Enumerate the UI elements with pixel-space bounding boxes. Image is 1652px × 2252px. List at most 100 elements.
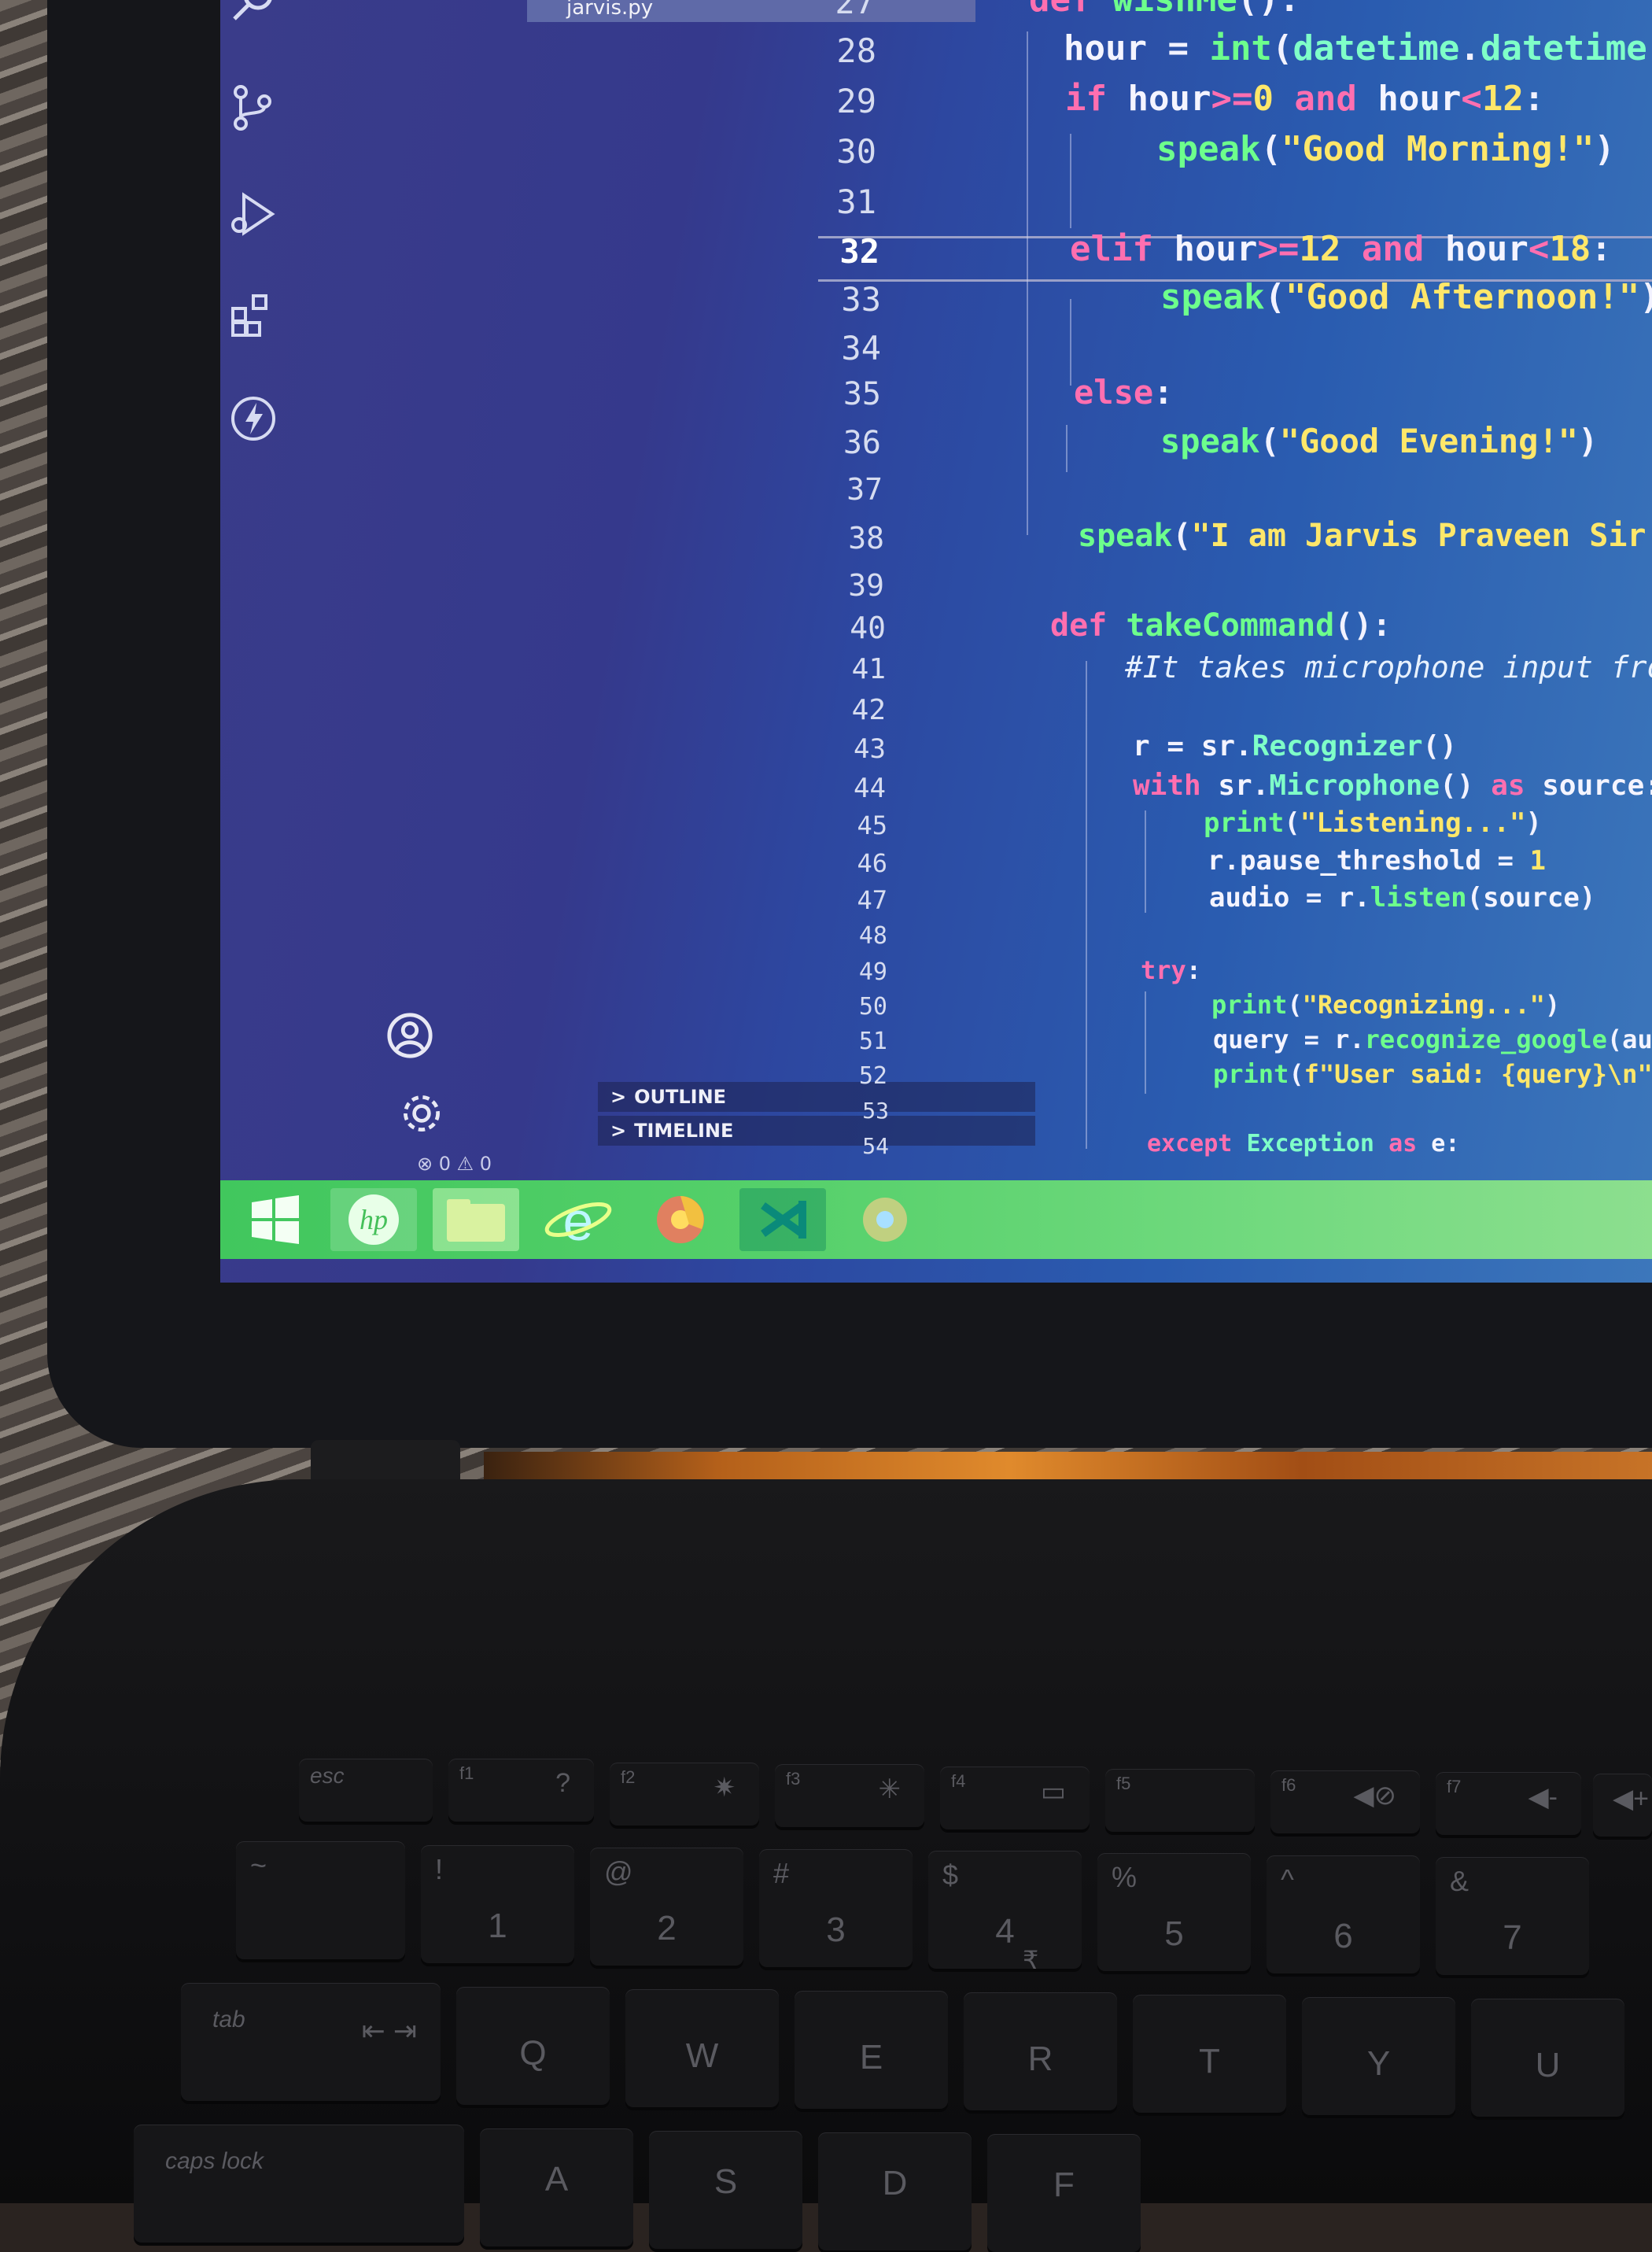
key-r[interactable]: R bbox=[964, 1992, 1117, 2110]
code-token: ( bbox=[1260, 129, 1281, 169]
windows-logo-icon[interactable] bbox=[236, 1188, 323, 1251]
code-line[interactable]: print("Recognizing...") bbox=[1211, 990, 1560, 1020]
line-number: 52 bbox=[858, 1062, 887, 1090]
key-tab[interactable]: tab ⇤ ⇥ bbox=[181, 1983, 441, 2101]
code-line[interactable]: def takeCommand(): bbox=[1050, 607, 1391, 644]
chrome-icon[interactable] bbox=[637, 1188, 724, 1251]
key-a[interactable]: A bbox=[480, 2128, 633, 2246]
code-line[interactable]: elif hour>=12 and hour<18: bbox=[1070, 229, 1612, 269]
code-token: Microphone bbox=[1269, 770, 1440, 802]
key-u[interactable]: U bbox=[1471, 1999, 1624, 2117]
key-esc[interactable]: esc bbox=[299, 1759, 433, 1822]
code-token: query bbox=[1213, 1024, 1289, 1054]
search-icon[interactable] bbox=[228, 0, 278, 27]
key-t[interactable]: T bbox=[1133, 1995, 1286, 2113]
key-f[interactable]: F bbox=[987, 2134, 1141, 2252]
code-line[interactable]: speak("Good Afternoon!") bbox=[1160, 277, 1652, 317]
code-line[interactable]: speak("Good Morning!") bbox=[1156, 129, 1615, 169]
code-line[interactable]: print(f"User said: {query}\n") bbox=[1213, 1059, 1652, 1089]
key-f3[interactable]: f3 ✳ bbox=[775, 1764, 924, 1827]
key-caps-lock[interactable]: caps lock bbox=[134, 2125, 464, 2243]
code-token: ) bbox=[1639, 277, 1652, 317]
key-f4[interactable]: f4 ▭ bbox=[940, 1767, 1090, 1829]
code-line[interactable]: else: bbox=[1074, 373, 1173, 412]
laptop-screen: jarvis.py >OUTLINE >TIMELINE ⊗ 0 ⚠ 0 27d… bbox=[220, 0, 1652, 1283]
line-number: 40 bbox=[850, 611, 886, 645]
code-line[interactable]: try: bbox=[1141, 955, 1201, 985]
code-line[interactable]: speak("Good Evening!") bbox=[1160, 422, 1598, 460]
line-number: 35 bbox=[843, 376, 881, 412]
tab-arrows-icon: ⇤ ⇥ bbox=[361, 2014, 417, 2047]
code-line[interactable]: if hour>=0 and hour<12: bbox=[1065, 79, 1544, 119]
key-1[interactable]: ! 1 bbox=[421, 1845, 574, 1963]
hp-logo-icon[interactable]: hp bbox=[330, 1188, 417, 1251]
code-token: ( bbox=[1172, 518, 1192, 554]
code-token: Recognizer bbox=[1252, 730, 1423, 762]
ie-icon[interactable]: e bbox=[535, 1188, 621, 1252]
account-icon[interactable] bbox=[385, 1011, 434, 1060]
run-debug-icon[interactable] bbox=[228, 189, 278, 239]
code-line[interactable]: speak("I am Jarvis Praveen Sir. Please t bbox=[1078, 518, 1652, 554]
code-editor[interactable]: 27def wishMe():28hour = int(datetime.dat… bbox=[787, 0, 1652, 1180]
key-3[interactable]: #3 bbox=[759, 1849, 913, 1967]
timeline-label: TIMELINE bbox=[634, 1120, 734, 1142]
key-q[interactable]: Q bbox=[456, 1987, 610, 2105]
code-line[interactable]: r.pause_threshold = 1 bbox=[1208, 845, 1546, 877]
problems-counter[interactable]: ⊗ 0 ⚠ 0 bbox=[417, 1153, 492, 1175]
key-s[interactable]: S bbox=[649, 2131, 802, 2249]
folder-icon[interactable] bbox=[433, 1188, 519, 1251]
line-number: 49 bbox=[858, 958, 887, 986]
code-token: ( bbox=[1271, 28, 1293, 68]
code-line[interactable]: audio = r.listen(source) bbox=[1209, 882, 1595, 914]
vscode-icon[interactable] bbox=[739, 1188, 826, 1251]
key-w[interactable]: W bbox=[625, 1989, 779, 2107]
key-7[interactable]: & 7 bbox=[1436, 1857, 1589, 1975]
key-f7[interactable]: f7 ◀- bbox=[1436, 1772, 1581, 1835]
code-token: : bbox=[1445, 1130, 1460, 1157]
code-token: : bbox=[1644, 770, 1652, 802]
code-token: . bbox=[1235, 730, 1252, 762]
code-token: 18 bbox=[1549, 229, 1591, 269]
code-line[interactable]: #It takes microphone input from the user bbox=[1125, 650, 1652, 685]
key-y[interactable]: Y bbox=[1302, 1997, 1455, 2115]
code-token: hour bbox=[1444, 229, 1528, 269]
lightning-extension-icon[interactable] bbox=[228, 393, 278, 444]
key-f1[interactable]: f1? bbox=[448, 1759, 594, 1822]
key-backtick[interactable]: ~ bbox=[236, 1841, 405, 1959]
key-f8[interactable]: ◀+ bbox=[1593, 1774, 1652, 1837]
key-e[interactable]: E bbox=[795, 1991, 948, 2109]
windows-taskbar: hp e bbox=[220, 1180, 1652, 1259]
gear-icon[interactable] bbox=[398, 1090, 445, 1137]
key-5[interactable]: % 5 bbox=[1097, 1853, 1251, 1971]
code-line[interactable]: print("Listening...") bbox=[1204, 807, 1542, 839]
code-token: as bbox=[1491, 770, 1543, 802]
chrome-icon-2[interactable] bbox=[842, 1188, 928, 1251]
code-line[interactable]: hour = int(datetime.datetime.now().hou bbox=[1064, 28, 1652, 68]
code-line[interactable]: with sr.Microphone() as source: bbox=[1133, 770, 1652, 802]
key-f6[interactable]: f6 ◀⊘ bbox=[1270, 1770, 1420, 1833]
code-line[interactable]: except Exception as e: bbox=[1147, 1130, 1459, 1157]
key-4[interactable]: $4 ₹ bbox=[928, 1851, 1082, 1974]
key-f5[interactable]: f5 bbox=[1105, 1769, 1255, 1832]
code-line[interactable]: r = sr.Recognizer() bbox=[1133, 730, 1457, 762]
code-token: hour bbox=[1377, 79, 1462, 119]
line-number: 54 bbox=[862, 1133, 889, 1159]
code-token: 12 bbox=[1299, 229, 1341, 269]
indent-guide bbox=[1086, 661, 1087, 1149]
code-token: ) bbox=[1579, 882, 1596, 914]
code-line[interactable]: def wishMe(): bbox=[1029, 0, 1300, 20]
line-number: 44 bbox=[854, 773, 886, 804]
extensions-icon[interactable] bbox=[228, 291, 278, 341]
source-control-icon[interactable] bbox=[228, 83, 278, 133]
line-number: 47 bbox=[857, 885, 887, 915]
code-line[interactable]: query = r.recognize_google(audio, langu bbox=[1213, 1024, 1652, 1054]
code-token: ( bbox=[1264, 277, 1285, 317]
key-2[interactable]: @2 bbox=[590, 1848, 743, 1966]
code-token: speak bbox=[1160, 422, 1260, 460]
line-number: 51 bbox=[858, 1028, 887, 1055]
key-f2[interactable]: f2 ✷ bbox=[610, 1763, 759, 1826]
key-d[interactable]: D bbox=[818, 2132, 972, 2250]
code-token: speak bbox=[1156, 129, 1261, 169]
key-6[interactable]: ^ 6 bbox=[1267, 1855, 1420, 1973]
code-token: print bbox=[1211, 990, 1288, 1020]
